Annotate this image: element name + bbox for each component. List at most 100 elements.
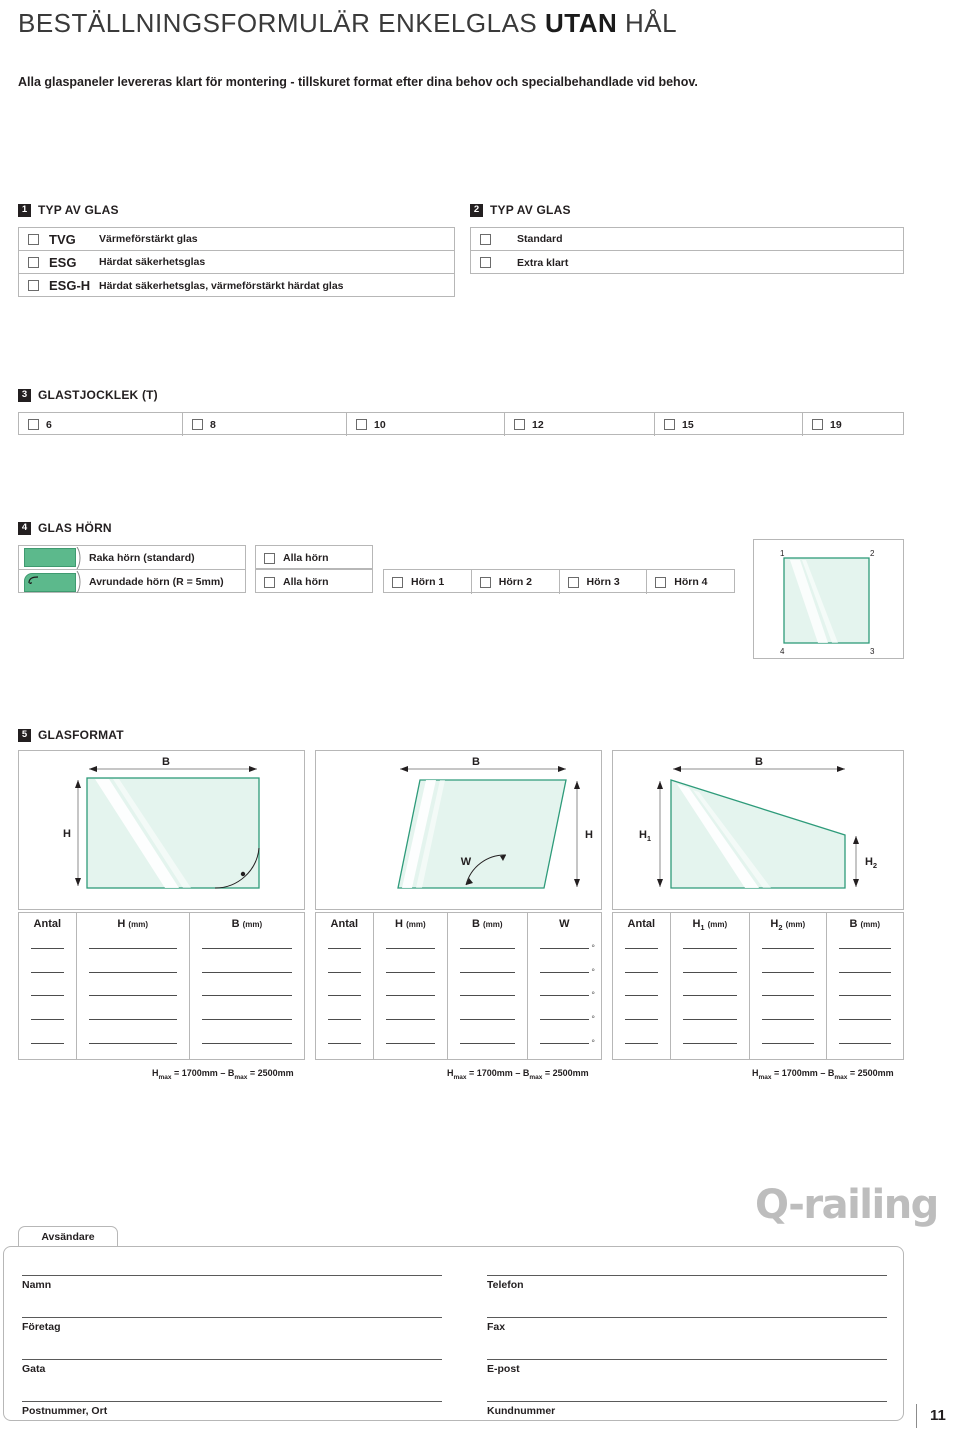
field-postnummer-ort[interactable]: Postnummer, Ort [22, 1401, 442, 1417]
write-line[interactable] [88, 1019, 177, 1021]
corner-cell-3[interactable]: Hörn 3 [560, 570, 648, 594]
checkbox-corner-3[interactable] [567, 576, 579, 588]
table1-antal-lines[interactable] [19, 937, 76, 1055]
table1-h-lines[interactable] [77, 937, 189, 1055]
thickness-cell-10[interactable]: 10 [347, 413, 505, 436]
write-line[interactable] [460, 995, 515, 997]
write-line[interactable] [201, 995, 292, 997]
checkbox-thickness-12[interactable] [514, 419, 525, 430]
thickness-cell-8[interactable]: 8 [183, 413, 347, 436]
table2-h-lines[interactable] [374, 937, 447, 1055]
corner-cell-2[interactable]: Hörn 2 [472, 570, 560, 594]
option-row-tvg[interactable]: TVG Värmeförstärkt glas [19, 228, 454, 251]
write-line[interactable] [88, 948, 177, 950]
field-telefon[interactable]: Telefon [487, 1275, 887, 1291]
write-line[interactable] [625, 1019, 658, 1021]
write-line[interactable] [762, 971, 814, 973]
write-line[interactable] [385, 948, 436, 950]
write-line[interactable] [838, 971, 891, 973]
table3-b-lines[interactable] [827, 937, 903, 1055]
checkbox-standard[interactable] [480, 233, 491, 245]
checkbox-corner-4[interactable] [655, 576, 667, 588]
checkbox-all-corners-straight[interactable] [264, 552, 275, 564]
write-line[interactable] [385, 1019, 436, 1021]
thickness-cell-6[interactable]: 6 [19, 413, 183, 436]
write-line[interactable] [838, 995, 891, 997]
write-line[interactable] [201, 948, 292, 950]
checkbox-extra-klart[interactable] [480, 257, 491, 268]
write-line[interactable] [838, 1042, 891, 1044]
write-line[interactable] [328, 971, 361, 973]
field-gata[interactable]: Gata [22, 1359, 442, 1375]
write-line[interactable] [460, 971, 515, 973]
write-line[interactable] [682, 948, 738, 950]
write-line[interactable] [682, 995, 738, 997]
corner-cell-4[interactable]: Hörn 4 [647, 570, 734, 594]
write-line[interactable] [838, 1019, 891, 1021]
write-line[interactable] [328, 1042, 361, 1044]
thickness-cell-19[interactable]: 19 [803, 413, 903, 436]
option-row-extra-klart[interactable]: Extra klart [471, 251, 903, 274]
checkbox-esg[interactable] [28, 256, 39, 268]
write-line[interactable] [682, 1019, 738, 1021]
write-line[interactable] [201, 971, 292, 973]
thickness-cell-15[interactable]: 15 [655, 413, 803, 436]
table2-b-lines[interactable] [448, 937, 526, 1055]
write-line[interactable] [625, 948, 658, 950]
write-line[interactable] [88, 995, 177, 997]
table3-h1-lines[interactable] [671, 937, 749, 1055]
checkbox-thickness-15[interactable] [664, 419, 675, 430]
option-row-esg-h[interactable]: ESG-H Härdat säkerhetsglas, värmeförstär… [19, 274, 454, 297]
write-line[interactable] [328, 995, 361, 997]
checkbox-corner-2[interactable] [479, 576, 491, 588]
table1-b-lines[interactable] [190, 937, 304, 1055]
corner-cell-1[interactable]: Hörn 1 [384, 570, 472, 594]
option-row-standard[interactable]: Standard [471, 228, 903, 251]
checkbox-corner-1[interactable] [392, 576, 403, 588]
table2-antal-lines[interactable] [316, 937, 373, 1055]
write-line[interactable] [762, 948, 814, 950]
write-line[interactable] [762, 1042, 814, 1044]
field-fax[interactable]: Fax [487, 1317, 887, 1333]
write-line[interactable] [385, 1042, 436, 1044]
all-corners-cell-rounded[interactable]: Alla hörn [256, 570, 372, 594]
write-line[interactable] [31, 1042, 64, 1044]
checkbox-esg-h[interactable] [28, 280, 39, 291]
write-line[interactable] [460, 1019, 515, 1021]
write-line[interactable] [460, 948, 515, 950]
field-foretag[interactable]: Företag [22, 1317, 442, 1333]
checkbox-all-corners-rounded[interactable] [264, 576, 275, 588]
write-line[interactable] [682, 971, 738, 973]
write-line[interactable] [88, 971, 177, 973]
write-line[interactable] [625, 995, 658, 997]
write-line[interactable] [625, 971, 658, 973]
write-line[interactable] [682, 1042, 738, 1044]
field-epost[interactable]: E-post [487, 1359, 887, 1375]
all-corners-cell-straight[interactable]: Alla hörn [256, 546, 372, 570]
write-line[interactable] [762, 995, 814, 997]
write-line[interactable] [328, 948, 361, 950]
table3-antal-lines[interactable] [613, 937, 670, 1055]
corner-type-rounded[interactable]: Avrundade hörn (R = 5mm) [19, 570, 245, 594]
checkbox-thickness-6[interactable] [28, 419, 39, 430]
write-line[interactable] [385, 995, 436, 997]
write-line[interactable] [31, 971, 64, 973]
write-line[interactable] [31, 995, 64, 997]
checkbox-thickness-8[interactable] [192, 419, 203, 430]
option-row-esg[interactable]: ESG Härdat säkerhetsglas [19, 251, 454, 274]
write-line[interactable] [625, 1042, 658, 1044]
checkbox-thickness-19[interactable] [812, 419, 823, 430]
write-line[interactable] [88, 1042, 177, 1044]
write-line[interactable] [385, 971, 436, 973]
write-line[interactable] [31, 948, 64, 950]
write-line[interactable] [328, 1019, 361, 1021]
table3-h2-lines[interactable] [750, 937, 825, 1055]
corner-type-straight[interactable]: Raka hörn (standard) [19, 546, 245, 570]
checkbox-tvg[interactable] [28, 233, 39, 245]
field-kundnummer[interactable]: Kundnummer [487, 1401, 887, 1417]
write-line[interactable] [838, 948, 891, 950]
field-namn[interactable]: Namn [22, 1275, 442, 1291]
write-line[interactable] [460, 1042, 515, 1044]
write-line[interactable] [762, 1019, 814, 1021]
write-line[interactable] [201, 1019, 292, 1021]
